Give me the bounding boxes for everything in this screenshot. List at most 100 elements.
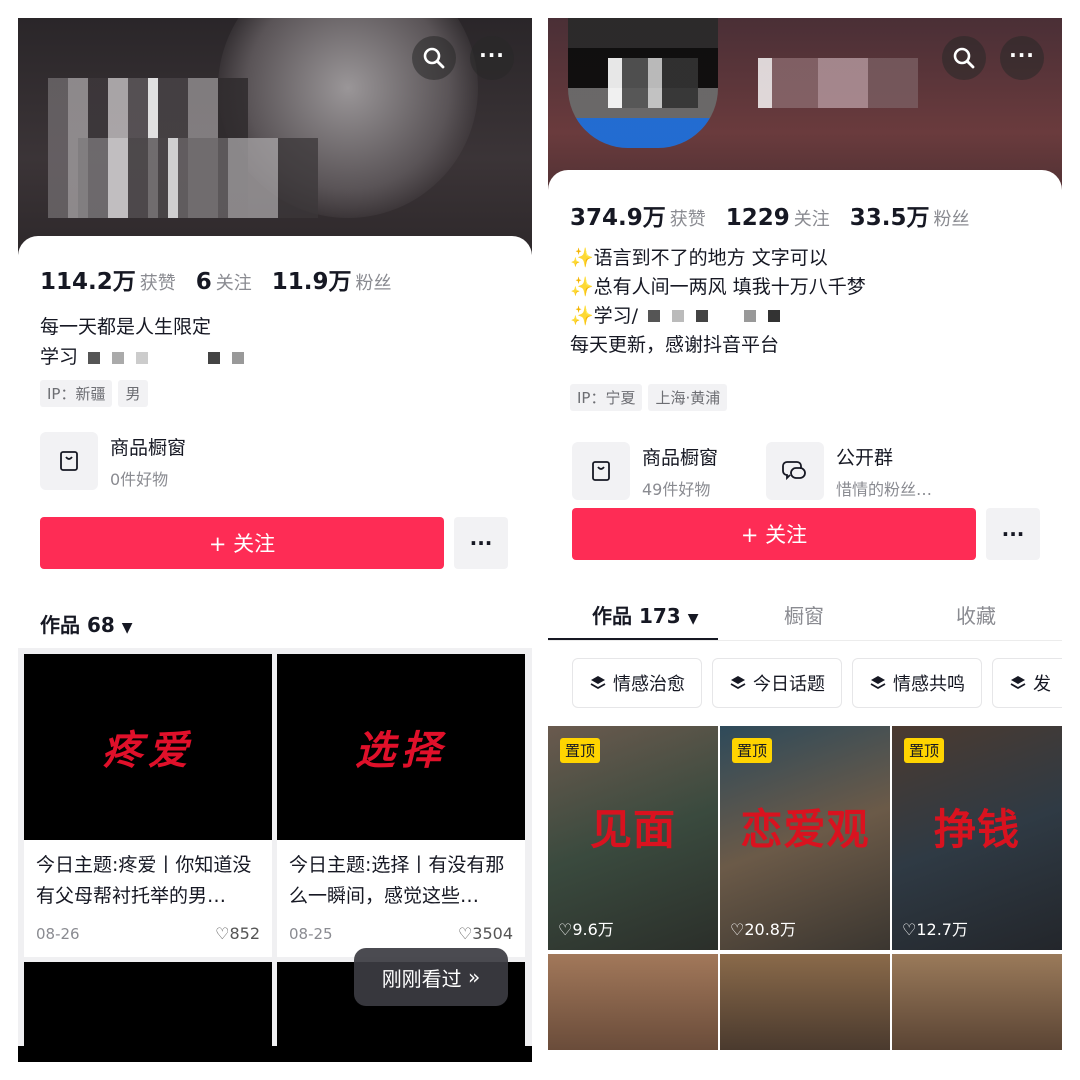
more-button[interactable]: ···: [470, 36, 514, 80]
following-stat[interactable]: 1229 关注: [726, 205, 830, 231]
bio-line: ✨总有人间一两风 填我十万八千梦: [570, 276, 866, 298]
following-count: 6: [195, 269, 212, 295]
follow-button[interactable]: + 关注: [40, 517, 444, 569]
bio: ✨语言到不了的地方 文字可以 ✨总有人间一两风 填我十万八千梦 ✨学习/ 每天更…: [570, 244, 866, 360]
followers-count: 11.9万: [271, 269, 352, 295]
video-thumbnail: 疼爱: [24, 654, 272, 840]
video-tile[interactable]: 置顶 挣钱 ♡12.7万: [892, 726, 1062, 950]
cover-title: 选择: [355, 727, 447, 774]
video-date: 08-26: [36, 924, 80, 943]
tab-shop-window[interactable]: 橱窗: [784, 600, 824, 629]
tab-works[interactable]: 作品 173 ▼: [592, 600, 698, 629]
like-count: 3504: [472, 924, 513, 943]
chip-today-topic[interactable]: 今日话题: [712, 658, 842, 708]
chip-label: 情感治愈: [613, 674, 685, 695]
recently-viewed-button[interactable]: 刚刚看过 »: [354, 948, 508, 1006]
cover-title: 挣钱: [933, 805, 1020, 854]
likes-stat[interactable]: 374.9万 获赞: [570, 198, 706, 232]
bottom-edge: [18, 1046, 532, 1062]
search-button[interactable]: [942, 36, 986, 80]
search-button[interactable]: [412, 36, 456, 80]
followers-stat[interactable]: 33.5万 粉丝: [850, 198, 970, 232]
layers-icon: [870, 676, 886, 690]
profile-cover: ···: [18, 18, 532, 273]
video-tile[interactable]: 置顶 见面 ♡9.6万: [548, 726, 718, 950]
likes-count: 374.9万: [570, 205, 666, 231]
shop-count: 49件好物: [642, 479, 711, 499]
video-tile[interactable]: [548, 954, 718, 1050]
shop-bag-icon: [572, 442, 630, 500]
group-title: 公开群: [836, 446, 894, 469]
shop-bag-icon: [40, 432, 98, 490]
ip-tag: IP：宁夏: [570, 384, 643, 411]
tab-divider: [548, 640, 1062, 641]
follow-button[interactable]: + 关注: [572, 508, 976, 560]
video-thumbnail: 选择: [277, 654, 525, 840]
chevron-down-double-icon: »: [468, 965, 481, 989]
search-icon: [423, 47, 445, 69]
video-description: 今日主题:疼爱丨你知道没有父母帮衬托举的男…: [36, 854, 252, 907]
bio-line: 每一天都是人生限定: [40, 316, 212, 338]
left-profile-screen: ··· 114.2万 获赞 6 关注 11.9万 粉丝 每一天都是人生限定 学习 IP…: [18, 18, 532, 1062]
pinned-badge: 置顶: [560, 738, 601, 763]
chip-emotional-resonance[interactable]: 情感共鸣: [852, 658, 982, 708]
header-actions: ···: [412, 36, 514, 80]
stats-row: 114.2万 获赞 6 关注 11.9万 粉丝: [40, 262, 392, 296]
chip-more[interactable]: 发: [992, 658, 1062, 708]
likes-label: 获赞: [139, 273, 176, 294]
group-entry[interactable]: 公开群 惜情的粉丝…: [766, 442, 932, 500]
followers-label: 粉丝: [355, 273, 392, 294]
chip-label: 今日话题: [753, 674, 825, 695]
followers-stat[interactable]: 11.9万 粉丝: [272, 262, 392, 296]
more-button[interactable]: ···: [1000, 36, 1044, 80]
video-tile[interactable]: [720, 954, 890, 1050]
heart-icon: ♡: [457, 924, 473, 943]
location-tag: 上海·黄浦: [648, 384, 728, 411]
layers-icon: [590, 676, 606, 690]
layers-icon: [730, 676, 746, 690]
more-actions-button[interactable]: ···: [454, 517, 508, 569]
cover-title: 见面: [589, 805, 676, 854]
tab-favorites[interactable]: 收藏: [956, 600, 996, 629]
recent-label: 刚刚看过: [381, 966, 462, 991]
video-card[interactable]: 选择 今日主题:选择丨有没有那么一瞬间，感觉这些… 08-25 ♡3504: [277, 654, 525, 957]
shop-window-entry[interactable]: 商品橱窗 0件好物: [40, 432, 186, 490]
tags: IP：新疆 男: [40, 380, 148, 407]
header-actions: ···: [942, 36, 1044, 80]
video-tile[interactable]: [892, 954, 1062, 1050]
bio-line: 每天更新，感谢抖音平台: [570, 334, 780, 356]
shop-title: 商品橱窗: [642, 446, 719, 469]
following-count: 1229: [725, 205, 790, 231]
tab-works[interactable]: 作品 68 ▼: [40, 609, 133, 638]
following-stat[interactable]: 6 关注: [196, 269, 252, 295]
redacted-text: [642, 302, 786, 331]
shop-window-entry[interactable]: 商品橱窗 49件好物: [572, 442, 718, 500]
following-label: 关注: [215, 273, 252, 294]
topic-chips: 情感治愈 今日话题 情感共鸣 发: [572, 658, 1062, 708]
followers-label: 粉丝: [933, 209, 970, 230]
video-card[interactable]: 疼爱 今日主题:疼爱丨你知道没有父母帮衬托举的男… 08-26 ♡852: [24, 654, 272, 957]
video-tile[interactable]: 置顶 恋爱观 ♡20.8万: [720, 726, 890, 950]
video-thumbnail[interactable]: [24, 962, 272, 1046]
following-label: 关注: [793, 209, 830, 230]
heart-icon: ♡: [215, 924, 230, 943]
cover-title: 恋爱观: [740, 805, 870, 854]
search-icon: [953, 47, 975, 69]
stats-row: 374.9万 获赞 1229 关注 33.5万 粉丝: [570, 198, 970, 232]
layers-icon: [1010, 676, 1026, 690]
dropdown-triangle-icon: ▼: [121, 620, 133, 636]
heart-icon: ♡: [730, 920, 745, 939]
chip-emotional-healing[interactable]: 情感治愈: [572, 658, 702, 708]
more-actions-button[interactable]: ···: [986, 508, 1040, 560]
likes-label: 获赞: [669, 209, 706, 230]
chip-label: 发: [1033, 674, 1051, 695]
tab-works-label: 作品 173: [592, 604, 681, 628]
pinned-badge: 置顶: [732, 738, 773, 763]
heart-icon: ♡: [902, 920, 917, 939]
like-count: 12.7万: [916, 920, 968, 939]
like-count: 852: [229, 924, 260, 943]
likes-stat[interactable]: 114.2万 获赞: [40, 262, 176, 296]
bio-line: ✨学习/: [570, 305, 639, 327]
shop-count: 0件好物: [110, 469, 169, 489]
like-count: 9.6万: [572, 920, 614, 939]
